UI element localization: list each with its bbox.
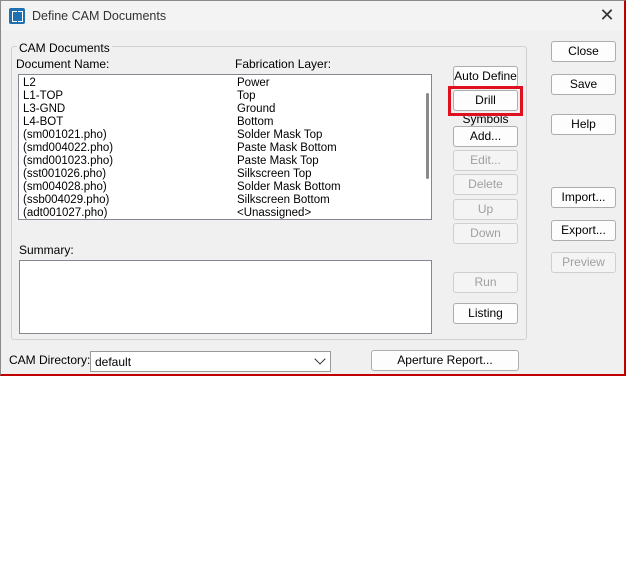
list-item[interactable]: (sm004028.pho) Solder Mask Bottom xyxy=(23,181,413,194)
window-title: Define CAM Documents xyxy=(32,9,167,23)
document-name: (adt001027.pho) xyxy=(23,207,108,219)
list-item[interactable]: (sst001026.pho) Silkscreen Top xyxy=(23,168,413,181)
list-item[interactable]: (smd004022.pho) Paste Mask Bottom xyxy=(23,142,413,155)
fabrication-layer: <Unassigned> xyxy=(237,207,312,219)
fabrication-layer: Ground xyxy=(237,103,276,115)
auto-define-button[interactable]: Auto Define xyxy=(453,66,518,87)
document-name: L1-TOP xyxy=(23,90,64,102)
list-item[interactable]: L4-BOT Bottom xyxy=(23,116,413,129)
chevron-down-icon xyxy=(314,353,326,365)
export-button[interactable]: Export... xyxy=(551,220,616,241)
down-button[interactable]: Down xyxy=(453,223,518,244)
document-name: (sm001021.pho) xyxy=(23,129,107,141)
aperture-report-button[interactable]: Aperture Report... xyxy=(371,350,519,371)
fabrication-layer-header: Fabrication Layer: xyxy=(235,57,332,71)
list-item[interactable]: L3-GND Ground xyxy=(23,103,413,116)
close-button[interactable]: Close xyxy=(551,41,616,62)
document-name: (sst001026.pho) xyxy=(23,168,107,180)
close-icon[interactable]: ✕ xyxy=(598,6,616,24)
document-name: L2 xyxy=(23,77,36,89)
fabrication-layer: Silkscreen Top xyxy=(237,168,312,180)
summary-box[interactable] xyxy=(19,260,432,334)
title-bar: Define CAM Documents ✕ xyxy=(1,1,624,31)
cam-documents-group-label: CAM Documents xyxy=(17,41,112,55)
document-name: L3-GND xyxy=(23,103,66,115)
document-name: (smd001023.pho) xyxy=(23,155,114,167)
document-name: L4-BOT xyxy=(23,116,64,128)
add-button[interactable]: Add... xyxy=(453,126,518,147)
save-button[interactable]: Save xyxy=(551,74,616,95)
fabrication-layer: Power xyxy=(237,77,270,89)
documents-list[interactable]: L2 Power L1-TOP Top L3-GND Ground L4-BOT Bot… xyxy=(18,74,432,220)
listing-button[interactable]: Listing xyxy=(453,303,518,324)
list-item[interactable]: (sm001021.pho) Solder Mask Top xyxy=(23,129,413,142)
list-item[interactable]: L2 Power xyxy=(23,77,413,90)
drill-symbols-highlight xyxy=(448,86,523,116)
fabrication-layer: Silkscreen Bottom xyxy=(237,194,330,206)
fabrication-layer: Paste Mask Top xyxy=(237,155,319,167)
preview-button[interactable]: Preview xyxy=(551,252,616,273)
document-name: (sm004028.pho) xyxy=(23,181,107,193)
delete-button[interactable]: Delete xyxy=(453,174,518,195)
fabrication-layer: Solder Mask Bottom xyxy=(237,181,341,193)
fabrication-layer: Top xyxy=(237,90,256,102)
edit-button[interactable]: Edit... xyxy=(453,150,518,171)
document-name-header: Document Name: xyxy=(16,57,110,71)
list-item[interactable]: (smd001023.pho) Paste Mask Top xyxy=(23,155,413,168)
app-icon xyxy=(9,8,25,24)
up-button[interactable]: Up xyxy=(453,199,518,220)
cam-directory-combo[interactable]: default xyxy=(90,351,331,372)
document-name: (ssb004029.pho) xyxy=(23,194,110,206)
help-button[interactable]: Help xyxy=(551,114,616,135)
fabrication-layer: Paste Mask Bottom xyxy=(237,142,337,154)
list-item[interactable]: (ssb004029.pho) Silkscreen Bottom xyxy=(23,194,413,207)
define-cam-documents-dialog: Define CAM Documents ✕ CAM Documents Doc… xyxy=(0,0,626,376)
fabrication-layer: Bottom xyxy=(237,116,274,128)
list-item[interactable]: L1-TOP Top xyxy=(23,90,413,103)
list-scrollbar-thumb[interactable] xyxy=(426,93,429,179)
summary-label: Summary: xyxy=(19,243,74,257)
document-name: (smd004022.pho) xyxy=(23,142,114,154)
import-button[interactable]: Import... xyxy=(551,187,616,208)
cam-directory-label: CAM Directory: xyxy=(9,353,91,367)
cam-directory-value: default xyxy=(95,355,132,369)
list-item[interactable]: (adt001027.pho) <Unassigned> xyxy=(23,207,413,219)
run-button[interactable]: Run xyxy=(453,272,518,293)
fabrication-layer: Solder Mask Top xyxy=(237,129,323,141)
